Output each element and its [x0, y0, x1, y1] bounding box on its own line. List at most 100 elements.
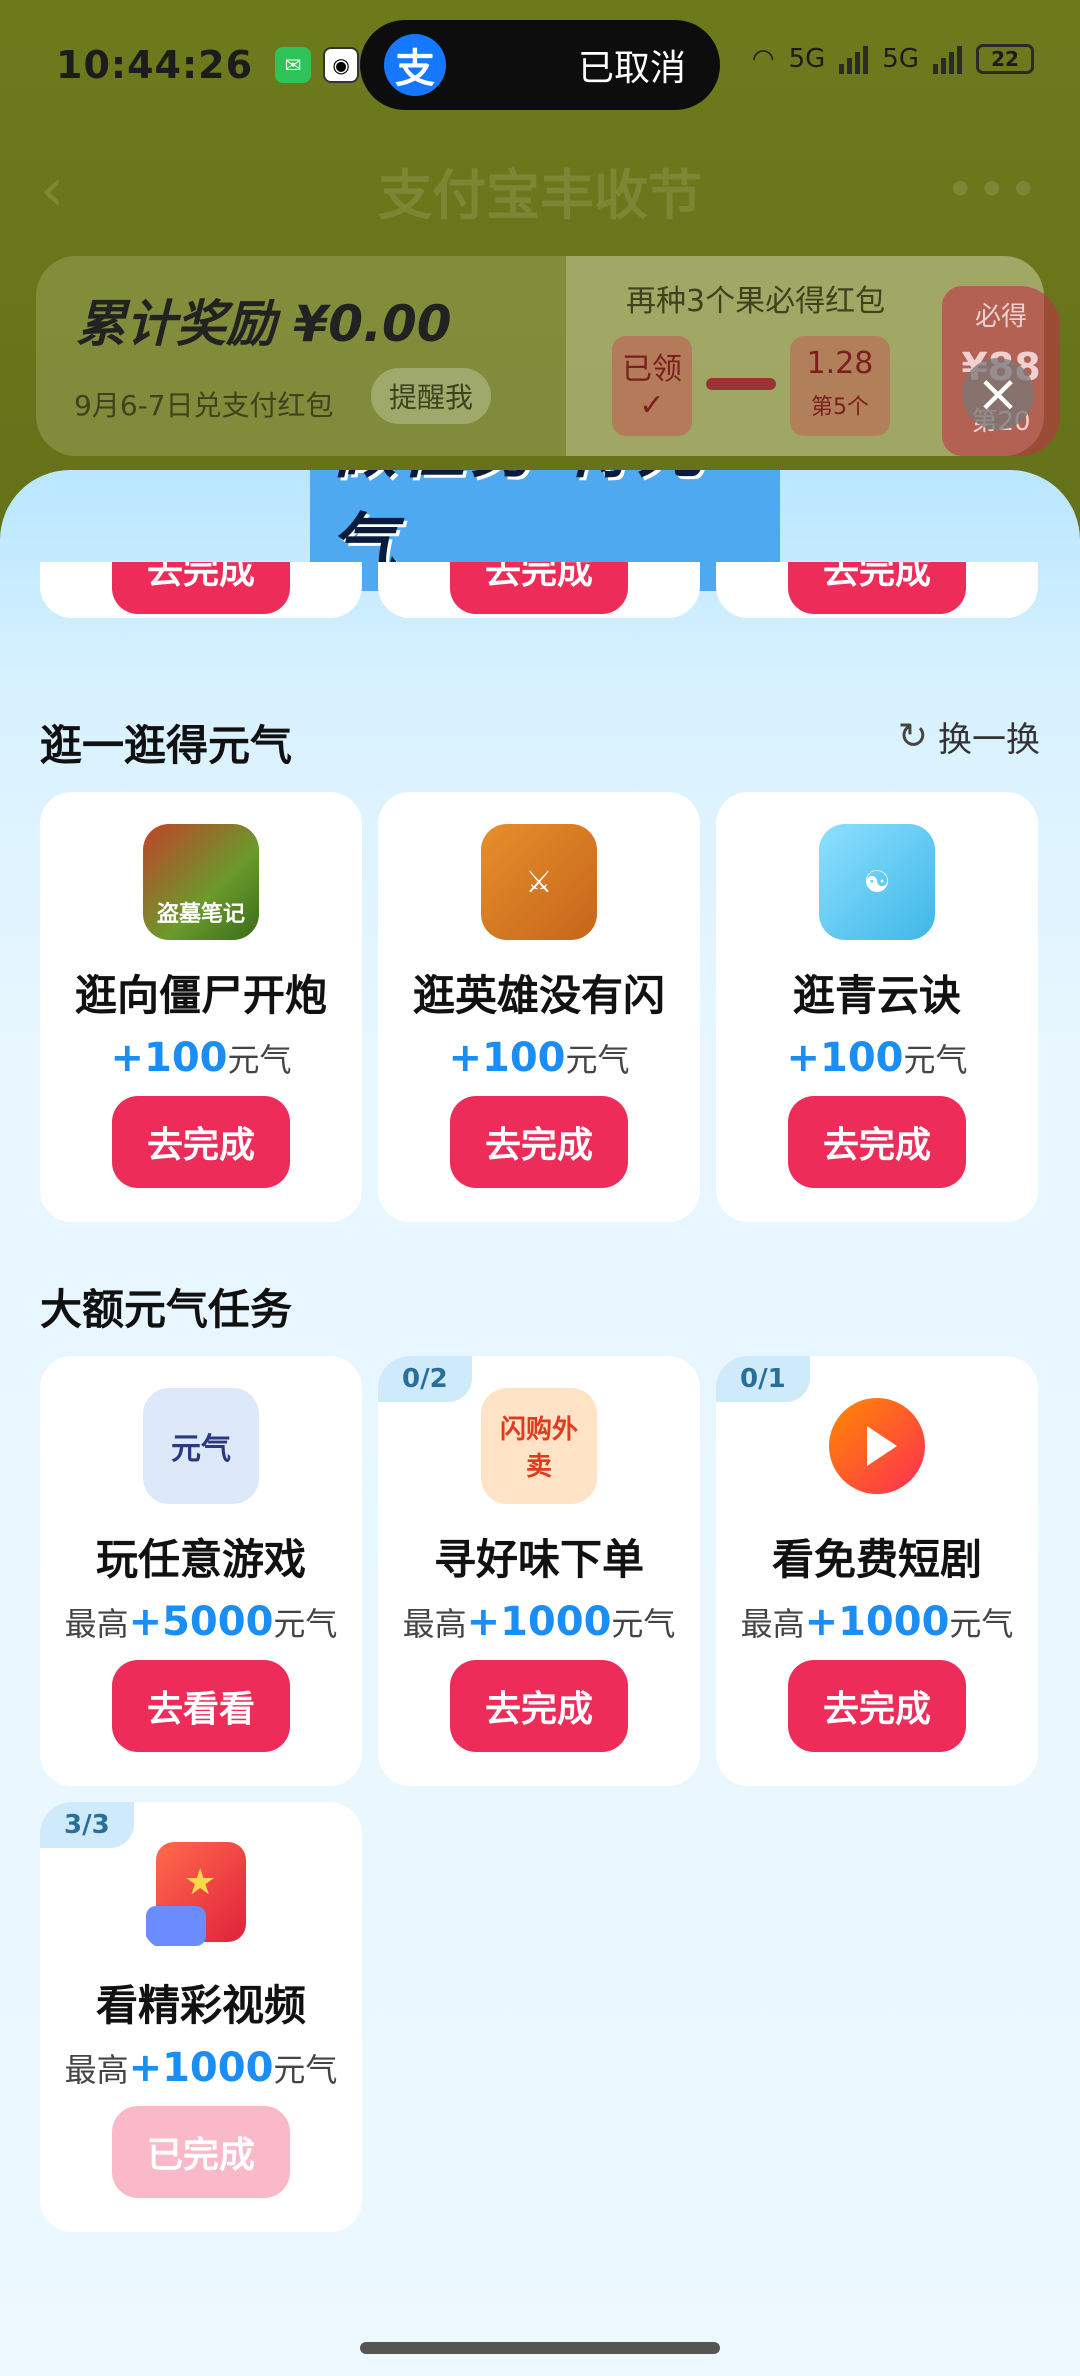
next-reward: 1.28 第5个: [790, 336, 890, 436]
yuanqi-icon: 元气: [143, 1388, 259, 1504]
refresh-label: 换一换: [938, 720, 1040, 760]
task-reward: 最高+5000元气: [65, 1599, 338, 1645]
reward-prefix: 最高: [740, 1605, 805, 1643]
reward-unit: 元气: [273, 2051, 338, 2089]
refresh-button[interactable]: ↻ 换一换: [898, 712, 1040, 761]
task-reward: 最高+1000元气: [741, 1599, 1014, 1645]
task-sheet: 做任务 得元气 去完成 去完成 去完成 逛一逛得元气 ↻ 换一换 盗墓笔记 逛向…: [0, 470, 1080, 2376]
task-card: 0/1 看免费短剧 最高+1000元气 去完成: [716, 1356, 1038, 1786]
icon-caption: 盗墓笔记: [156, 902, 245, 927]
task-list-scroll[interactable]: 去完成 去完成 去完成 逛一逛得元气 ↻ 换一换 盗墓笔记 逛向僵尸开炮 +10…: [0, 562, 1080, 2342]
cumulative-reward: 累计奖励 ¥0.00: [76, 295, 452, 353]
task-reward: +100元气: [786, 1035, 967, 1081]
complete-button[interactable]: 去完成: [450, 562, 628, 614]
refresh-icon: ↻: [897, 716, 928, 757]
completed-button: 已完成: [112, 2106, 290, 2198]
wifi-icon: ◠: [751, 44, 775, 74]
notification-icons: ✉ ◉: [275, 47, 360, 83]
status-time: 10:44:26: [56, 43, 254, 87]
complete-button[interactable]: 去完成: [112, 562, 290, 614]
claimed-label: 已领: [622, 352, 682, 387]
reward-summary-card: 累计奖励 ¥0.00 9月6-7日兑支付红包 提醒我 再种3个果必得红包 已领 ✓…: [36, 256, 1060, 456]
partial-task-card: 去完成: [40, 562, 362, 618]
reward-unit: 元气: [903, 1041, 968, 1079]
island-status-text: 已取消: [577, 48, 686, 89]
partial-task-card: 去完成: [716, 562, 1038, 618]
network-label-1: 5G: [788, 44, 826, 74]
fruit-progress-panel: 再种3个果必得红包 已领✓ 1.28第5个 必得¥88第20: [566, 256, 1060, 456]
reward-prefix: 最高: [402, 1605, 467, 1643]
battery-icon: 22: [976, 44, 1034, 74]
video-play-icon: [819, 1388, 935, 1504]
zombie-game-icon: 盗墓笔记: [143, 824, 259, 940]
back-arrow-icon[interactable]: ‹: [40, 155, 64, 225]
task-name: 看精彩视频: [95, 1981, 306, 2030]
task-card: ⚔ 逛英雄没有闪 +100元气 去完成: [378, 792, 700, 1222]
task-name: 玩任意游戏: [95, 1535, 306, 1584]
task-name: 逛向僵尸开炮: [74, 971, 327, 1020]
qingyun-game-icon: ☯: [819, 824, 935, 940]
reward-amount: +100: [110, 1035, 228, 1081]
next-reward-value: 1.28: [806, 346, 874, 381]
wechat-icon: ✉: [275, 47, 312, 83]
play-icon: [829, 1398, 925, 1494]
network-label-2: 5G: [882, 44, 919, 74]
reward-unit: 元气: [565, 1041, 630, 1079]
must-get-label: 必得: [974, 302, 1027, 332]
hero-game-icon: ⚔: [481, 824, 597, 940]
next-reward-index: 第5个: [811, 395, 869, 420]
complete-button[interactable]: 去完成: [450, 1096, 628, 1188]
reward-prefix: 最高: [64, 2051, 129, 2089]
claimed-badge: 已领 ✓: [612, 336, 692, 436]
red-packet-video-icon: [143, 1834, 259, 1950]
reward-unit: 元气: [949, 1605, 1014, 1643]
browse-task-grid: 盗墓笔记 逛向僵尸开炮 +100元气 去完成 ⚔ 逛英雄没有闪 +100元气 去…: [40, 792, 1040, 1222]
redeem-date: 9月6-7日兑支付红包: [74, 389, 334, 422]
close-icon[interactable]: ×: [962, 358, 1034, 430]
dynamic-island[interactable]: 支 已取消: [360, 20, 720, 110]
page-title: 支付宝丰收节: [378, 163, 702, 227]
task-reward: 最高+1000元气: [65, 2045, 338, 2091]
reward-unit: 元气: [611, 1605, 676, 1643]
complete-button[interactable]: 去完成: [788, 1096, 966, 1188]
task-name: 逛青云诀: [792, 971, 961, 1020]
big-task-grid: 元气 玩任意游戏 最高+5000元气 去看看 0/2 闪购外卖 寻好味下单 最高…: [40, 1356, 1040, 2232]
alipay-logo-icon: 支: [384, 34, 446, 96]
reward-unit: 元气: [273, 1605, 338, 1643]
task-card: 元气 玩任意游戏 最高+5000元气 去看看: [40, 1356, 362, 1786]
reward-prefix: 最高: [64, 1605, 129, 1643]
task-card: 0/2 闪购外卖 寻好味下单 最高+1000元气 去完成: [378, 1356, 700, 1786]
check-icon: ✓: [639, 388, 665, 423]
complete-button[interactable]: 去完成: [450, 1660, 628, 1752]
view-button[interactable]: 去看看: [112, 1660, 290, 1752]
signal-icon-1: [839, 44, 869, 74]
reward-amount: +5000: [128, 1599, 274, 1645]
signal-icon-2: [933, 44, 962, 74]
progress-bar: [706, 378, 776, 390]
task-reward: +100元气: [448, 1035, 629, 1081]
task-card: 3/3 看精彩视频 最高+1000元气 已完成: [40, 1802, 362, 2232]
complete-button[interactable]: 去完成: [788, 1660, 966, 1752]
task-name: 逛英雄没有闪: [412, 971, 665, 1020]
complete-button[interactable]: 去完成: [112, 1096, 290, 1188]
shangou-icon: 闪购外卖: [481, 1388, 597, 1504]
complete-button[interactable]: 去完成: [788, 562, 966, 614]
qq-icon: ◉: [323, 47, 360, 83]
red-packet-icon: [146, 1842, 246, 1946]
page-header: ‹ 支付宝丰收节 •••: [0, 150, 1080, 230]
status-right: ◠ 5G 5G 22: [752, 44, 1034, 74]
task-reward: +100元气: [110, 1035, 291, 1081]
task-card: ☯ 逛青云诀 +100元气 去完成: [716, 792, 1038, 1222]
reward-amount: +1000: [466, 1599, 612, 1645]
reward-amount: +1000: [804, 1599, 950, 1645]
progress-badge: 0/1: [716, 1356, 810, 1402]
reward-amount: +1000: [128, 2045, 274, 2091]
more-icon[interactable]: •••: [946, 161, 1040, 219]
task-name: 看免费短剧: [771, 1535, 982, 1584]
reward-amount: +100: [448, 1035, 566, 1081]
progress-badge: 3/3: [40, 1802, 134, 1848]
task-name: 寻好味下单: [433, 1535, 644, 1584]
home-indicator[interactable]: [360, 2342, 720, 2354]
reward-amount: +100: [786, 1035, 904, 1081]
remind-button[interactable]: 提醒我: [371, 368, 492, 424]
